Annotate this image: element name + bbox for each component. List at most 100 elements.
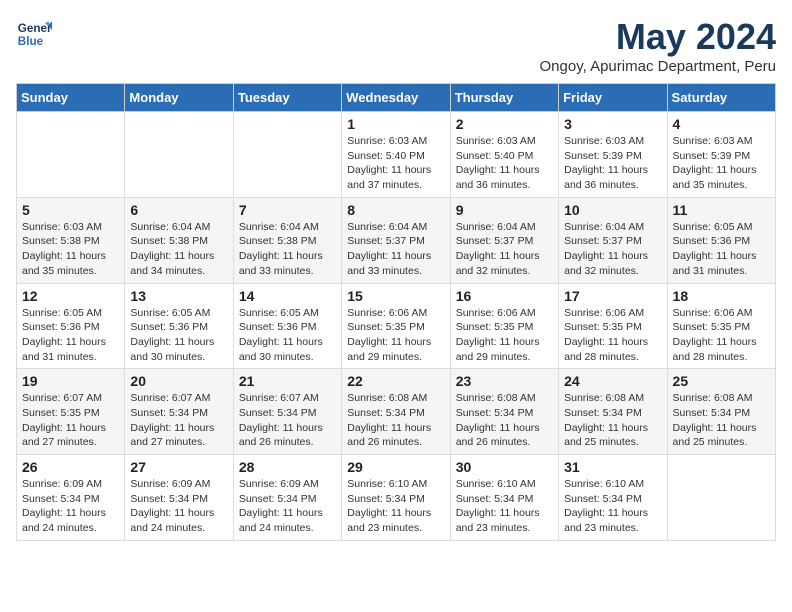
calendar-cell: [17, 112, 125, 198]
day-number: 18: [673, 288, 770, 304]
calendar-cell: 18 Sunrise: 6:06 AM Sunset: 5:35 PM Dayli…: [667, 283, 775, 369]
calendar-cell: 15 Sunrise: 6:06 AM Sunset: 5:35 PM Dayli…: [342, 283, 450, 369]
day-number: 25: [673, 373, 770, 389]
day-number: 31: [564, 459, 661, 475]
day-number: 21: [239, 373, 336, 389]
header: General Blue May 2024 Ongoy, Apurimac De…: [16, 16, 776, 75]
day-number: 16: [456, 288, 553, 304]
day-number: 6: [130, 202, 227, 218]
calendar-cell: 26Sunrise: 6:09 AM Sunset: 5:34 PM Dayli…: [17, 455, 125, 541]
day-number: 22: [347, 373, 444, 389]
week-row-5: 26Sunrise: 6:09 AM Sunset: 5:34 PM Dayli…: [17, 455, 776, 541]
calendar-cell: 10Sunrise: 6:04 AM Sunset: 5:37 PM Dayli…: [559, 197, 667, 283]
calendar-cell: 1Sunrise: 6:03 AM Sunset: 5:40 PM Daylig…: [342, 112, 450, 198]
cell-info: Sunrise: 6:03 AM Sunset: 5:38 PM Dayligh…: [22, 220, 119, 279]
svg-text:Blue: Blue: [18, 35, 44, 48]
day-number: 28: [239, 459, 336, 475]
cell-info: Sunrise: 6:05 AM Sunset: 5:36 PM Dayligh…: [239, 306, 336, 365]
calendar-cell: 5 Sunrise: 6:03 AM Sunset: 5:38 PM Daylig…: [17, 197, 125, 283]
week-row-4: 19 Sunrise: 6:07 AM Sunset: 5:35 PM Dayli…: [17, 369, 776, 455]
day-number: 8: [347, 202, 444, 218]
cell-info: Sunrise: 6:06 AM Sunset: 5:35 PM Dayligh…: [347, 306, 444, 365]
cell-info: Sunrise: 6:08 AM Sunset: 5:34 PM Dayligh…: [673, 391, 770, 450]
month-title: May 2024: [540, 16, 777, 58]
title-area: May 2024 Ongoy, Apurimac Department, Per…: [540, 16, 777, 75]
day-number: 2: [456, 116, 553, 132]
cell-info: Sunrise: 6:09 AM Sunset: 5:34 PM Dayligh…: [130, 477, 227, 536]
day-number: 9: [456, 202, 553, 218]
calendar-cell: 21 Sunrise: 6:07 AM Sunset: 5:34 PM Dayli…: [233, 369, 341, 455]
weekday-header-wednesday: Wednesday: [342, 84, 450, 112]
day-number: 24: [564, 373, 661, 389]
calendar-cell: 12 Sunrise: 6:05 AM Sunset: 5:36 PM Dayli…: [17, 283, 125, 369]
day-number: 5: [22, 202, 119, 218]
cell-info: Sunrise: 6:09 AM Sunset: 5:34 PM Dayligh…: [239, 477, 336, 536]
weekday-header-monday: Monday: [125, 84, 233, 112]
logo: General Blue: [16, 16, 52, 52]
week-row-3: 12 Sunrise: 6:05 AM Sunset: 5:36 PM Dayli…: [17, 283, 776, 369]
calendar-cell: 30Sunrise: 6:10 AM Sunset: 5:34 PM Dayli…: [450, 455, 558, 541]
calendar-cell: [233, 112, 341, 198]
cell-info: Sunrise: 6:04 AM Sunset: 5:37 PM Dayligh…: [456, 220, 553, 279]
cell-info: Sunrise: 6:06 AM Sunset: 5:35 PM Dayligh…: [456, 306, 553, 365]
day-number: 14: [239, 288, 336, 304]
day-number: 12: [22, 288, 119, 304]
calendar-cell: 8 Sunrise: 6:04 AM Sunset: 5:37 PM Daylig…: [342, 197, 450, 283]
calendar-cell: 19 Sunrise: 6:07 AM Sunset: 5:35 PM Dayli…: [17, 369, 125, 455]
day-number: 15: [347, 288, 444, 304]
cell-info: Sunrise: 6:06 AM Sunset: 5:35 PM Dayligh…: [564, 306, 661, 365]
cell-info: Sunrise: 6:05 AM Sunset: 5:36 PM Dayligh…: [673, 220, 770, 279]
cell-info: Sunrise: 6:07 AM Sunset: 5:34 PM Dayligh…: [239, 391, 336, 450]
calendar-cell: 6Sunrise: 6:04 AM Sunset: 5:38 PM Daylig…: [125, 197, 233, 283]
calendar-body: 1 Sunrise: 6:03 AM Sunset: 5:40 PM Daylig…: [17, 112, 776, 541]
day-number: 29: [347, 459, 444, 475]
cell-info: Sunrise: 6:10 AM Sunset: 5:34 PM Dayligh…: [456, 477, 553, 536]
calendar-cell: 3 Sunrise: 6:03 AM Sunset: 5:39 PM Daylig…: [559, 112, 667, 198]
calendar-cell: 17 Sunrise: 6:06 AM Sunset: 5:35 PM Dayli…: [559, 283, 667, 369]
calendar-cell: [125, 112, 233, 198]
cell-info: Sunrise: 6:07 AM Sunset: 5:35 PM Dayligh…: [22, 391, 119, 450]
calendar-cell: 2 Sunrise: 6:03 AM Sunset: 5:40 PM Daylig…: [450, 112, 558, 198]
calendar-cell: 14 Sunrise: 6:05 AM Sunset: 5:36 PM Dayli…: [233, 283, 341, 369]
cell-info: Sunrise: 6:03 AM Sunset: 5:39 PM Dayligh…: [673, 134, 770, 193]
weekday-header-friday: Friday: [559, 84, 667, 112]
calendar-cell: 22 Sunrise: 6:08 AM Sunset: 5:34 PM Dayli…: [342, 369, 450, 455]
week-row-1: 1 Sunrise: 6:03 AM Sunset: 5:40 PM Daylig…: [17, 112, 776, 198]
calendar-cell: [667, 455, 775, 541]
calendar-cell: 28 Sunrise: 6:09 AM Sunset: 5:34 PM Dayli…: [233, 455, 341, 541]
calendar-cell: 9 Sunrise: 6:04 AM Sunset: 5:37 PM Daylig…: [450, 197, 558, 283]
calendar-cell: 20 Sunrise: 6:07 AM Sunset: 5:34 PM Dayli…: [125, 369, 233, 455]
cell-info: Sunrise: 6:03 AM Sunset: 5:40 PM Dayligh…: [456, 134, 553, 193]
calendar-cell: 25 Sunrise: 6:08 AM Sunset: 5:34 PM Dayli…: [667, 369, 775, 455]
day-number: 10: [564, 202, 661, 218]
calendar-cell: 24 Sunrise: 6:08 AM Sunset: 5:34 PM Dayli…: [559, 369, 667, 455]
cell-info: Sunrise: 6:10 AM Sunset: 5:34 PM Dayligh…: [347, 477, 444, 536]
cell-info: Sunrise: 6:07 AM Sunset: 5:34 PM Dayligh…: [130, 391, 227, 450]
day-number: 20: [130, 373, 227, 389]
cell-info: Sunrise: 6:10 AM Sunset: 5:34 PM Dayligh…: [564, 477, 661, 536]
calendar-cell: 4Sunrise: 6:03 AM Sunset: 5:39 PM Daylig…: [667, 112, 775, 198]
cell-info: Sunrise: 6:06 AM Sunset: 5:35 PM Dayligh…: [673, 306, 770, 365]
calendar-cell: 29 Sunrise: 6:10 AM Sunset: 5:34 PM Dayli…: [342, 455, 450, 541]
weekday-header-thursday: Thursday: [450, 84, 558, 112]
day-number: 3: [564, 116, 661, 132]
cell-info: Sunrise: 6:08 AM Sunset: 5:34 PM Dayligh…: [347, 391, 444, 450]
cell-info: Sunrise: 6:08 AM Sunset: 5:34 PM Dayligh…: [564, 391, 661, 450]
day-number: 1: [347, 116, 444, 132]
calendar-cell: 16 Sunrise: 6:06 AM Sunset: 5:35 PM Dayli…: [450, 283, 558, 369]
day-number: 7: [239, 202, 336, 218]
day-number: 19: [22, 373, 119, 389]
logo-icon: General Blue: [16, 16, 52, 52]
calendar-table: SundayMondayTuesdayWednesdayThursdayFrid…: [16, 83, 776, 541]
weekday-header-row: SundayMondayTuesdayWednesdayThursdayFrid…: [17, 84, 776, 112]
cell-info: Sunrise: 6:08 AM Sunset: 5:34 PM Dayligh…: [456, 391, 553, 450]
day-number: 27: [130, 459, 227, 475]
day-number: 17: [564, 288, 661, 304]
location-subtitle: Ongoy, Apurimac Department, Peru: [540, 58, 777, 75]
cell-info: Sunrise: 6:03 AM Sunset: 5:39 PM Dayligh…: [564, 134, 661, 193]
cell-info: Sunrise: 6:04 AM Sunset: 5:37 PM Dayligh…: [347, 220, 444, 279]
cell-info: Sunrise: 6:05 AM Sunset: 5:36 PM Dayligh…: [22, 306, 119, 365]
calendar-cell: 23Sunrise: 6:08 AM Sunset: 5:34 PM Dayli…: [450, 369, 558, 455]
week-row-2: 5 Sunrise: 6:03 AM Sunset: 5:38 PM Daylig…: [17, 197, 776, 283]
day-number: 11: [673, 202, 770, 218]
